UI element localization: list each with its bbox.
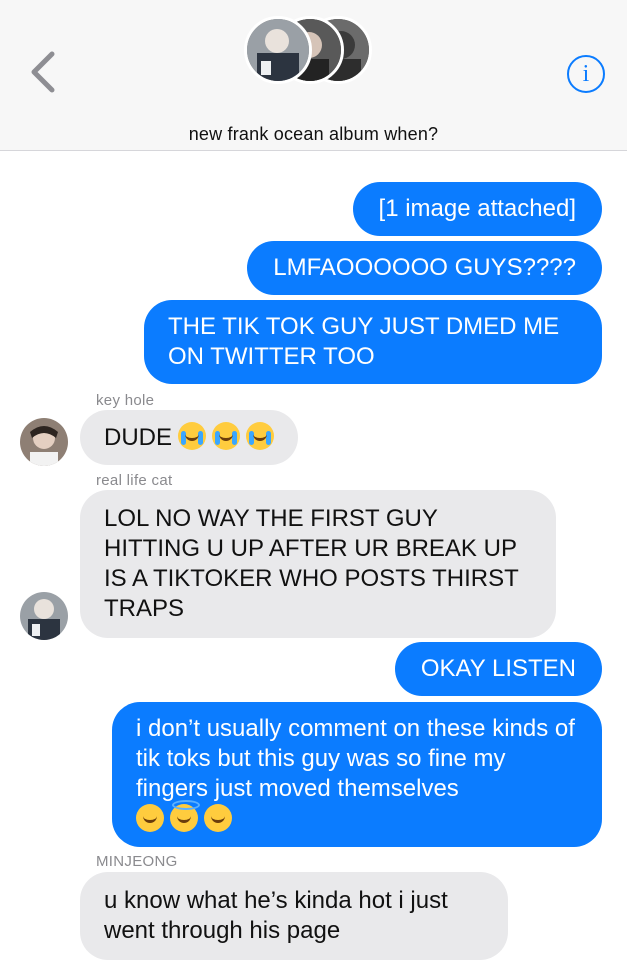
- crying-face-icon: [212, 422, 241, 450]
- message-bubble-incoming[interactable]: LOL NO WAY THE FIRST GUY HITTING U UP AF…: [80, 490, 556, 638]
- message-bubble-outgoing[interactable]: OKAY LISTEN: [394, 642, 602, 696]
- info-icon[interactable]: i: [567, 55, 605, 93]
- sender-avatar[interactable]: [20, 418, 68, 466]
- group-avatar-1: [244, 16, 312, 84]
- sweat-smile-face-icon: [204, 804, 232, 832]
- back-chevron-icon[interactable]: [26, 50, 62, 94]
- group-avatars[interactable]: [244, 14, 374, 84]
- sender-name: key hole: [96, 392, 155, 409]
- message-bubble-incoming[interactable]: u know what he’s kinda hot i just went t…: [80, 872, 508, 960]
- sender-name: MINJEONG: [96, 853, 178, 870]
- chat-header: i new frank ocean album when?: [0, 0, 627, 150]
- message-bubble-outgoing[interactable]: i don’t usually comment on these kinds o…: [112, 702, 602, 847]
- halo-face-icon: [170, 800, 200, 832]
- conversation-title[interactable]: new frank ocean album when?: [0, 124, 627, 145]
- sender-name: real life cat: [96, 472, 173, 489]
- message-text: DUDE: [104, 424, 173, 451]
- message-bubble-incoming[interactable]: DUDE: [80, 410, 299, 465]
- message-bubble-outgoing[interactable]: LMFAOOOOOO GUYS????: [247, 241, 602, 295]
- message-bubble-outgoing[interactable]: THE TIK TOK GUY JUST DMED ME ON TWITTER …: [144, 300, 602, 384]
- message-text: i don’t usually comment on these kinds o…: [136, 715, 575, 802]
- header-divider: [0, 150, 627, 151]
- crying-face-icon: [246, 422, 275, 450]
- sender-avatar[interactable]: [20, 592, 68, 640]
- laughing-face-icon: [136, 804, 164, 832]
- crying-face-icon: [178, 422, 207, 450]
- message-bubble-outgoing[interactable]: [1 image attached]: [352, 182, 602, 236]
